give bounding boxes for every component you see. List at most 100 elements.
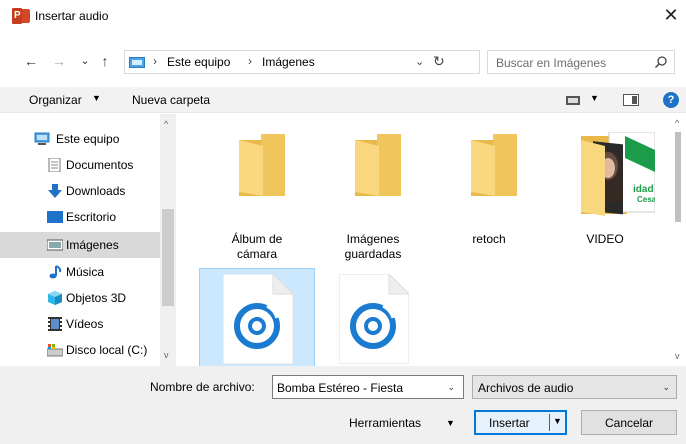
organize-menu-button[interactable]: Organizar [29,93,82,107]
nav-item-objetos-3d[interactable]: Objetos 3D [0,285,160,311]
back-button[interactable]: ← [22,51,40,71]
nav-label: Vídeos [66,317,104,331]
nav-label: Objetos 3D [66,291,127,305]
folder-icon [239,134,285,196]
nav-label: Downloads [66,184,126,198]
search-placeholder: Buscar en Imágenes [496,56,607,70]
scroll-up-icon[interactable]: ^ [675,118,679,128]
scroll-up-icon[interactable]: ^ [164,119,168,129]
folder-icon [355,134,401,196]
audio-file-icon [223,274,293,364]
folder-item-album-de-camara[interactable]: Álbum de cámara [199,114,315,264]
documents-icon [48,158,61,172]
tools-menu-button[interactable]: Herramientas [349,416,421,430]
insert-button-label: Insertar [489,416,530,430]
file-label-line: VIDEO [586,232,624,246]
file-type-select[interactable]: Archivos de audio ⌄ [472,375,677,399]
svg-text:Cesa: Cesa [637,195,655,204]
up-button[interactable]: ↑ [96,51,114,71]
nav-item-disco-local[interactable]: Disco local (C:) [0,337,160,363]
folder-item-video[interactable]: idad Cesa VIDEO [547,114,663,264]
folder-with-preview-icon: idad Cesa [581,132,655,216]
powerpoint-icon: P [12,8,30,24]
breadcrumb-imagenes[interactable]: Imágenes [262,55,315,69]
forward-button[interactable]: → [50,51,68,71]
tools-caret-icon[interactable]: ▼ [446,418,455,428]
navigation-pane: Este equipo Documentos Downloads Escrito… [0,114,176,366]
objects-3d-icon [48,291,62,305]
nav-item-downloads[interactable]: Downloads [0,178,160,204]
window-title: Insertar audio [35,9,109,23]
file-label-line: Álbum de [231,232,283,246]
file-label-line: cámara [236,247,277,261]
file-label: Álbum de cámara [199,232,315,262]
scroll-down-icon[interactable]: v [675,351,680,361]
svg-text:idad: idad [633,184,654,195]
scroll-down-icon[interactable]: v [164,350,169,360]
nav-item-este-equipo[interactable]: Este equipo [0,126,160,152]
breadcrumb-separator: › [153,54,157,68]
refresh-icon[interactable]: ↻ [433,53,445,70]
pictures-icon [47,239,63,251]
chevron-down-icon: ⌄ [662,382,670,392]
breadcrumb-separator: › [248,54,252,68]
file-scrollbar[interactable]: ^ v [670,114,686,366]
address-bar[interactable]: › Este equipo › Imágenes ⌄ ↻ [124,50,480,74]
scrollbar-thumb[interactable] [675,132,681,222]
cancel-button[interactable]: Cancelar [581,410,677,435]
audio-file-item[interactable] [199,268,315,366]
file-list: Álbum de cámara Imágenes guardadas retoc… [178,114,686,366]
nav-item-musica[interactable]: Música [0,259,160,285]
address-history-dropdown[interactable]: ⌄ [415,55,424,68]
nav-scrollbar[interactable]: ^ v [160,114,176,366]
view-options-caret-icon[interactable]: ▼ [590,93,599,103]
music-icon [49,265,62,279]
file-label-line: guardadas [344,247,402,261]
preview-pane-icon[interactable] [623,94,639,106]
navigation-bar: ← → ⌄ ↑ › Este equipo › Imágenes ⌄ ↻ Bus… [0,47,686,77]
view-options-icon[interactable] [566,96,580,105]
computer-icon [129,57,145,68]
folder-item-imagenes-guardadas[interactable]: Imágenes guardadas [315,114,431,264]
nav-label: Disco local (C:) [66,343,148,357]
audio-file-item[interactable] [315,268,431,366]
filename-field[interactable]: Bomba Estéreo - Fiesta ⌄ [272,375,464,399]
nav-item-documentos[interactable]: Documentos [0,152,160,178]
breadcrumb-este-equipo[interactable]: Este equipo [167,55,230,69]
help-icon[interactable]: ? [663,92,679,108]
scrollbar-thumb[interactable] [162,209,174,306]
nav-label: Imágenes [66,238,119,252]
folder-item-retoch[interactable]: retoch [431,114,547,264]
file-label-line: retoch [472,232,506,246]
dialog-footer: Nombre de archivo: Bomba Estéreo - Fiest… [0,366,686,444]
file-type-value: Archivos de audio [478,381,574,395]
folder-icon [471,134,517,196]
filename-value: Bomba Estéreo - Fiesta [277,381,404,395]
nav-item-videos[interactable]: Vídeos [0,311,160,337]
title-bar: P Insertar audio ✕ [0,0,686,32]
computer-icon [34,132,50,145]
file-label: retoch [431,232,547,247]
nav-item-imagenes[interactable]: Imágenes [0,232,160,258]
split-divider [549,414,550,431]
chevron-down-icon[interactable]: ⌄ [447,382,455,393]
recent-locations-button[interactable]: ⌄ [76,51,94,71]
nav-label: Documentos [66,158,134,172]
file-label: Imágenes guardadas [315,232,431,262]
close-button[interactable]: ✕ [660,4,682,26]
audio-file-icon [339,274,409,364]
cancel-button-label: Cancelar [604,416,654,430]
search-input[interactable]: Buscar en Imágenes [487,50,675,74]
insert-dropdown-icon[interactable]: ▼ [553,416,562,426]
nav-label: Escritorio [66,210,117,224]
downloads-icon [48,184,62,198]
nav-label: Música [66,265,105,279]
new-folder-button[interactable]: Nueva carpeta [132,93,210,107]
filename-label: Nombre de archivo: [150,380,255,394]
command-bar: Organizar ▼ Nueva carpeta ▼ ? [0,87,686,113]
insert-button[interactable]: Insertar ▼ [474,410,567,435]
videos-icon [48,317,62,331]
organize-caret-icon[interactable]: ▼ [92,93,101,103]
nav-item-escritorio[interactable]: Escritorio [0,204,160,230]
search-icon[interactable] [654,55,668,69]
